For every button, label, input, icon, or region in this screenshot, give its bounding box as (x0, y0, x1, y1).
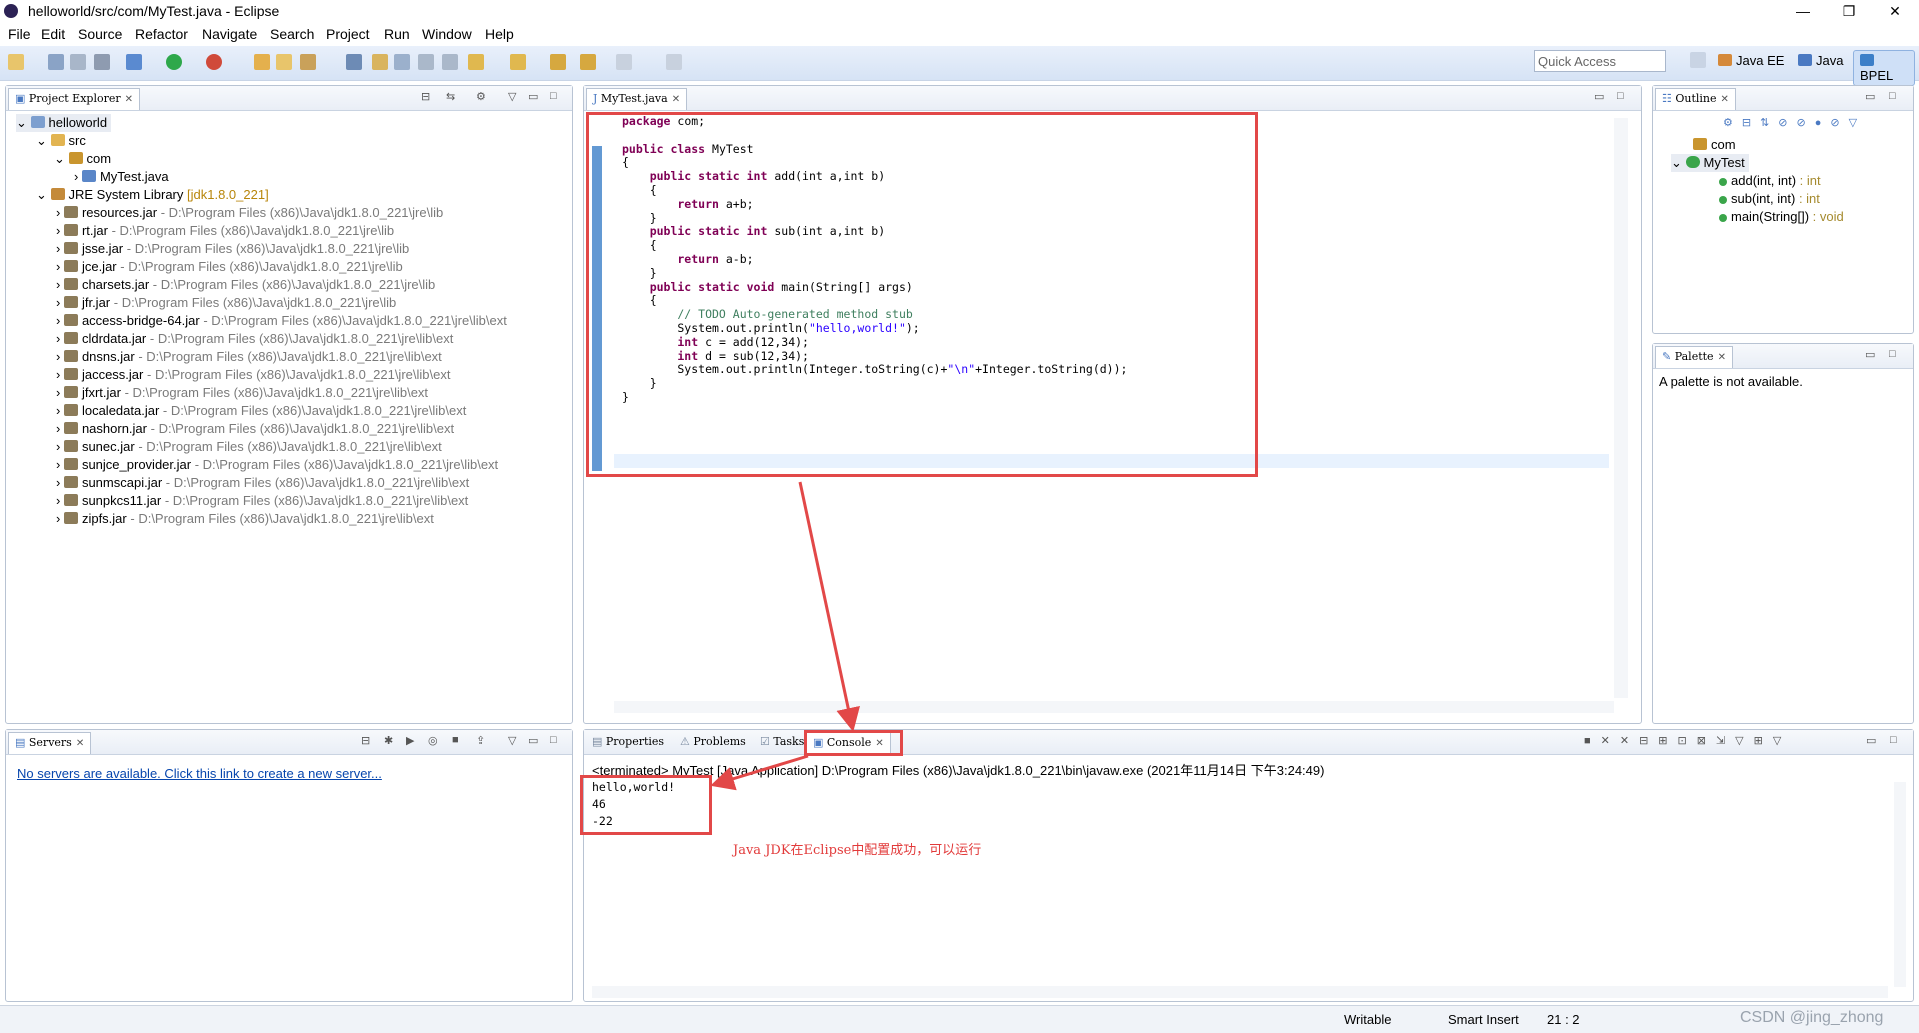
annotation-arrows (710, 481, 860, 791)
arrow-to-console-tab (798, 481, 860, 732)
watermark: CSDN @jing_zhong (1740, 1009, 1884, 1026)
annotation-note: Java JDK在Eclipse中配置成功，可以运行 (733, 843, 982, 858)
status-writable: Writable (1344, 1012, 1392, 1027)
status-cursor-position: 21 : 2 (1547, 1012, 1580, 1027)
status-insert-mode: Smart Insert (1448, 1012, 1519, 1027)
arrow-to-output (710, 754, 809, 791)
status-bar: Writable Smart Insert 21 : 2 CSDN @jing_… (0, 1005, 1919, 1033)
